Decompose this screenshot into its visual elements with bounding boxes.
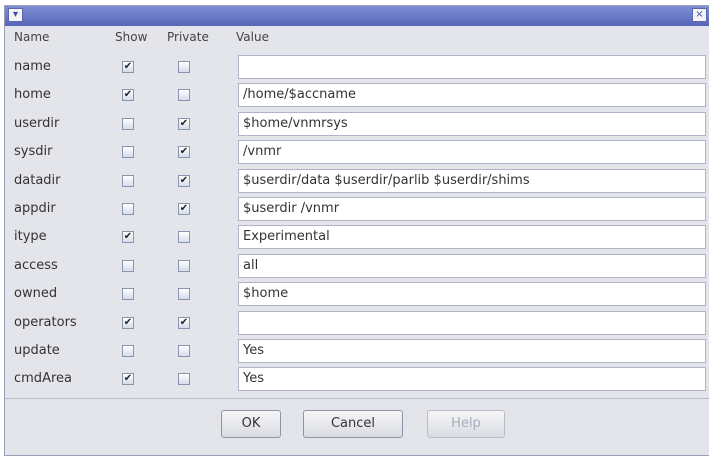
value-field[interactable]: /vnmr (238, 140, 706, 165)
value-field[interactable]: $userdir /vnmr (238, 197, 706, 221)
table-row: cmdArea ✔ Yes (12, 365, 707, 393)
column-header-value: Value (236, 30, 269, 44)
close-icon[interactable]: × (692, 8, 707, 22)
table-row: access all (12, 252, 707, 280)
table-row: operators ✔ ✔ (12, 309, 707, 337)
private-checkbox[interactable] (178, 373, 190, 386)
show-checkbox[interactable]: ✔ (122, 89, 134, 102)
private-checkbox[interactable]: ✔ (178, 146, 190, 159)
row-name: itype (14, 229, 47, 245)
table-row: datadir ✔ $userdir/data $userdir/parlib $u… (12, 167, 707, 195)
table-row: appdir ✔ $userdir /vnmr (12, 195, 707, 223)
column-header-name: Name (14, 30, 50, 44)
show-checkbox[interactable] (122, 203, 134, 215)
show-checkbox[interactable] (122, 117, 134, 130)
private-checkbox[interactable] (178, 61, 190, 73)
value-field[interactable]: /home/$accname (238, 83, 706, 108)
cancel-button[interactable]: Cancel (303, 410, 403, 438)
value-field[interactable] (238, 55, 706, 79)
row-name: datadir (14, 172, 61, 188)
private-checkbox[interactable] (178, 345, 190, 357)
title-bar[interactable]: ▾ × (5, 6, 709, 26)
button-bar-divider (5, 398, 709, 399)
table-row: home ✔ /home/$accname (12, 81, 707, 109)
private-checkbox[interactable] (178, 89, 190, 102)
help-button[interactable]: Help (427, 410, 505, 438)
private-checkbox[interactable] (178, 288, 190, 301)
row-name: home (14, 87, 51, 103)
value-field[interactable]: Experimental (238, 225, 706, 250)
private-checkbox[interactable] (178, 259, 190, 272)
row-name: userdir (14, 115, 60, 131)
private-checkbox[interactable]: ✔ (178, 203, 190, 215)
ok-button[interactable]: OK (221, 410, 281, 438)
private-checkbox[interactable]: ✔ (178, 174, 190, 187)
show-checkbox[interactable]: ✔ (122, 316, 134, 329)
show-checkbox[interactable] (122, 146, 134, 159)
show-checkbox[interactable] (122, 288, 134, 301)
private-checkbox[interactable]: ✔ (178, 117, 190, 130)
value-field[interactable]: all (238, 253, 706, 278)
row-name: update (14, 343, 60, 358)
row-name: sysdir (14, 144, 53, 160)
table-row: owned $home (12, 280, 707, 308)
private-checkbox[interactable]: ✔ (178, 316, 190, 329)
row-name: appdir (14, 201, 56, 216)
value-field[interactable]: $home (238, 282, 706, 307)
value-field[interactable] (238, 310, 706, 335)
table-row: itype ✔ Experimental (12, 223, 707, 251)
show-checkbox[interactable] (122, 259, 134, 272)
row-name: owned (14, 286, 58, 302)
value-field[interactable]: $home/vnmrsys (238, 111, 706, 136)
show-checkbox[interactable] (122, 345, 134, 357)
show-checkbox[interactable]: ✔ (122, 231, 134, 244)
show-checkbox[interactable] (122, 174, 134, 187)
row-name: cmdArea (14, 371, 72, 387)
table-row: userdir ✔ $home/vnmrsys (12, 110, 707, 138)
row-name: name (14, 59, 51, 74)
user-properties-dialog: ▾ × Name Show Private Value name ✔ home ✔ /h… (4, 5, 709, 456)
table-row: name ✔ (12, 53, 707, 81)
value-field[interactable]: Yes (238, 339, 706, 363)
value-field[interactable]: $userdir/data $userdir/parlib $userdir/s… (238, 168, 706, 193)
column-header-private: Private (167, 30, 209, 44)
row-name: access (14, 257, 58, 273)
column-header-show: Show (115, 30, 148, 44)
table-row: sysdir ✔ /vnmr (12, 138, 707, 166)
private-checkbox[interactable] (178, 231, 190, 244)
row-name: operators (14, 314, 77, 330)
value-field[interactable]: Yes (238, 367, 706, 392)
chevron-down-icon[interactable]: ▾ (8, 8, 23, 22)
table-row: update Yes (12, 337, 707, 365)
show-checkbox[interactable]: ✔ (122, 373, 134, 386)
show-checkbox[interactable]: ✔ (122, 61, 134, 73)
